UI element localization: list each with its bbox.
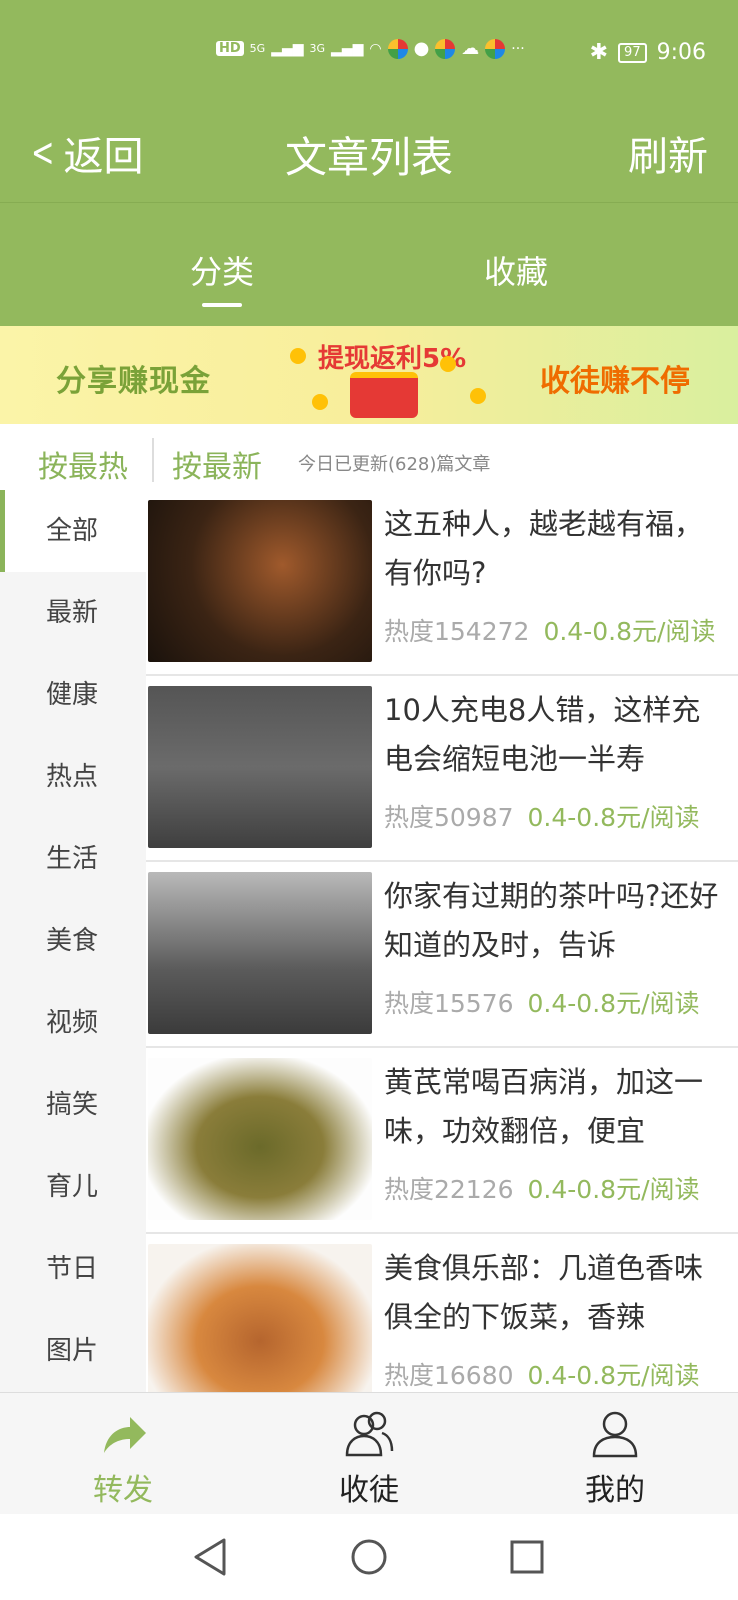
recents-square-icon[interactable]: [504, 1534, 550, 1580]
status-icons-left: HD 5G ▂▄▆ 3G ▂▄▆ ◠ ● ☁ ···: [216, 38, 525, 59]
article-title: 黄芪常喝百病消，加这一味，功效翻倍，便宜: [384, 1065, 704, 1148]
article-title: 这五种人，越老越有福，有你吗?: [384, 507, 704, 590]
article-thumbnail: [148, 1058, 372, 1220]
article-price: 0.4-0.8元/阅读: [527, 989, 700, 1018]
article-thumbnail: [148, 872, 372, 1034]
nav-recruit-button[interactable]: 收徒: [246, 1393, 492, 1515]
article-meta: 热度16680 0.4-0.8元/阅读: [384, 1358, 728, 1392]
coin-icon: [290, 348, 306, 364]
nav-share-button[interactable]: 转发: [0, 1393, 246, 1515]
users-icon: [345, 1411, 394, 1457]
sidebar-item-images[interactable]: 图片: [0, 1310, 146, 1392]
article-price: 0.4-0.8元/阅读: [543, 617, 716, 646]
wifi-icon: ◠: [369, 40, 382, 57]
promo-banner[interactable]: 分享赚现金 提现返利5% 收徒赚不停: [0, 326, 738, 424]
hd-icon: HD: [216, 41, 244, 56]
article-item[interactable]: 黄芪常喝百病消，加这一味，功效翻倍，便宜 热度22126 0.4-0.8元/阅读: [146, 1048, 738, 1234]
more-icon: ···: [511, 40, 525, 57]
article-heat: 热度50987: [384, 803, 514, 832]
article-title: 10人充电8人错，这样充电会缩短电池一半寿: [384, 693, 701, 776]
tab-category[interactable]: 分类: [190, 247, 254, 293]
article-meta: 热度154272 0.4-0.8元/阅读: [384, 614, 728, 650]
bluetooth-icon: ✱: [589, 40, 609, 65]
sidebar-item-health[interactable]: 健康: [0, 654, 146, 736]
app-icon: [435, 38, 456, 59]
back-triangle-icon[interactable]: [188, 1534, 234, 1580]
article-price: 0.4-0.8元/阅读: [527, 1361, 700, 1390]
signal-5g-icon: 5G: [249, 42, 266, 55]
sidebar-item-parenting[interactable]: 育儿: [0, 1146, 146, 1228]
article-meta: 热度22126 0.4-0.8元/阅读: [384, 1172, 728, 1208]
banner-right-text: 收徒赚不停: [540, 364, 690, 399]
article-item[interactable]: 美食俱乐部：几道色香味俱全的下饭菜，香辣 热度16680 0.4-0.8元/阅读: [146, 1234, 738, 1392]
status-icons-right: ✱ 97 9:06: [590, 40, 706, 65]
sort-bar: 按最热 按最新 今日已更新(628)篇文章: [0, 424, 738, 490]
sidebar-item-all[interactable]: 全部: [0, 490, 146, 572]
system-navigation-bar: [0, 1514, 738, 1600]
sidebar-item-life[interactable]: 生活: [0, 818, 146, 900]
signal-bars-icon: ▂▄▆: [331, 40, 364, 57]
coin-icon: [312, 394, 328, 410]
active-tab-indicator: [202, 303, 242, 307]
sidebar-item-video[interactable]: 视频: [0, 982, 146, 1064]
sidebar-item-food[interactable]: 美食: [0, 900, 146, 982]
article-thumbnail: [148, 686, 372, 848]
tab-favorites[interactable]: 收藏: [484, 247, 548, 293]
nav-mine-button[interactable]: 我的: [492, 1393, 738, 1515]
nav-share-label: 转发: [93, 1473, 153, 1508]
nav-recruit-label: 收徒: [339, 1473, 399, 1508]
refresh-button[interactable]: 刷新: [628, 124, 708, 182]
bottom-navigation: 转发 收徒 我的: [0, 1392, 738, 1514]
article-price: 0.4-0.8元/阅读: [527, 803, 700, 832]
sort-by-new-button[interactable]: 按最新: [172, 442, 262, 486]
article-thumbnail: [148, 500, 372, 662]
status-bar: HD 5G ▂▄▆ 3G ▂▄▆ ◠ ● ☁ ··· ✱ 97 9:06: [0, 0, 738, 104]
article-meta: 热度50987 0.4-0.8元/阅读: [384, 800, 728, 836]
clock-time: 9:06: [656, 40, 706, 65]
article-thumbnail: [148, 1244, 372, 1392]
home-circle-icon[interactable]: [346, 1534, 392, 1580]
divider: [152, 438, 154, 482]
article-heat: 热度16680: [384, 1361, 514, 1390]
category-tabs: 分类 收藏: [0, 202, 738, 326]
article-title: 你家有过期的茶叶吗?还好知道的及时，告诉: [384, 879, 719, 962]
banner-left-text: 分享赚现金: [56, 364, 211, 399]
article-meta: 热度15576 0.4-0.8元/阅读: [384, 986, 728, 1022]
sidebar-item-hot[interactable]: 热点: [0, 736, 146, 818]
article-list: 这五种人，越老越有福，有你吗? 热度154272 0.4-0.8元/阅读 10人充…: [146, 490, 738, 1392]
cloud-icon: ☁: [461, 38, 480, 59]
sidebar-item-funny[interactable]: 搞笑: [0, 1064, 146, 1146]
wechat-icon: ●: [413, 38, 430, 59]
coin-icon: [470, 388, 486, 404]
article-heat: 热度154272: [384, 617, 530, 646]
article-price: 0.4-0.8元/阅读: [527, 1175, 700, 1204]
red-envelope-icon: [350, 372, 418, 418]
signal-3g-icon: 3G: [309, 42, 326, 55]
article-title: 美食俱乐部：几道色香味俱全的下饭菜，香辣: [384, 1251, 704, 1334]
coin-icon: [440, 356, 456, 372]
category-sidebar: 全部 最新 健康 热点 生活 美食 视频 搞笑 育儿 节日 图片: [0, 490, 146, 1392]
nav-mine-label: 我的: [585, 1473, 645, 1508]
article-heat: 热度15576: [384, 989, 514, 1018]
sidebar-item-festival[interactable]: 节日: [0, 1228, 146, 1310]
update-count-text: 今日已更新(628)篇文章: [298, 454, 491, 475]
user-icon: [592, 1411, 638, 1458]
sort-by-hot-button[interactable]: 按最热: [38, 442, 128, 486]
signal-bars-icon: ▂▄▆: [271, 40, 304, 57]
app-icon: [485, 38, 506, 59]
sidebar-item-latest[interactable]: 最新: [0, 572, 146, 654]
article-item[interactable]: 你家有过期的茶叶吗?还好知道的及时，告诉 热度15576 0.4-0.8元/阅读: [146, 862, 738, 1048]
battery-icon: 97: [618, 42, 647, 63]
app-header: < 返回 文章列表 刷新: [0, 104, 738, 202]
article-item[interactable]: 这五种人，越老越有福，有你吗? 热度154272 0.4-0.8元/阅读: [146, 490, 738, 676]
article-item[interactable]: 10人充电8人错，这样充电会缩短电池一半寿 热度50987 0.4-0.8元/阅读: [146, 676, 738, 862]
share-arrow-icon: [104, 1417, 146, 1453]
article-heat: 热度22126: [384, 1175, 514, 1204]
app-icon: [387, 38, 408, 59]
